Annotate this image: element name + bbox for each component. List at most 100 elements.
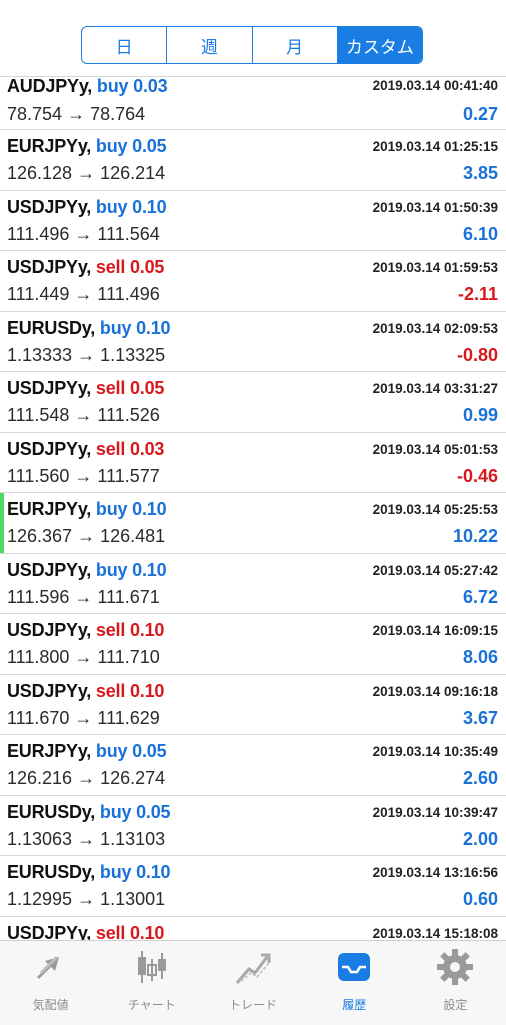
trade-row[interactable]: USDJPYy, buy 0.10 2019.03.14 01:50:39 111.… <box>0 190 506 251</box>
trade-prices: 111.596 → 111.671 <box>7 587 160 608</box>
settings-gear-icon <box>435 947 475 992</box>
tab-label: 設定 <box>443 998 468 1012</box>
open-price: 126.128 <box>7 163 73 183</box>
open-price: 111.670 <box>7 707 70 728</box>
trade-profit: 6.10 <box>462 223 498 244</box>
period-segmented-control: 日週月カスタム <box>81 26 423 64</box>
tab-label: 履歴 <box>342 998 367 1012</box>
tab-candlestick-chart[interactable]: チャート <box>101 941 202 1025</box>
bottom-tab-bar: 気配値 チャート トレード 履歴 設定 <box>0 940 506 1025</box>
trade-volume: 0.10 <box>129 680 165 701</box>
open-price: 111.560 <box>7 465 70 486</box>
history-list[interactable]: AUDJPYy, buy 0.03 2019.03.14 00:41:40 78.7… <box>0 76 506 940</box>
period-tab-0[interactable]: 日 <box>82 27 168 63</box>
close-price: 126.214 <box>100 163 166 183</box>
close-price: 1.13103 <box>100 828 166 849</box>
close-price: 111.710 <box>97 647 160 667</box>
trade-close-time: 2019.03.14 10:35:49 <box>372 744 498 759</box>
trade-title: USDJPYy, buy 0.10 <box>7 559 167 581</box>
trade-row[interactable]: EURUSDy, buy 0.10 2019.03.14 02:09:53 1.13… <box>0 311 506 372</box>
trade-prices: 1.12995 → 1.13001 <box>7 889 165 910</box>
trade-close-time: 2019.03.14 00:41:40 <box>372 78 498 93</box>
trade-symbol: USDJPYy, <box>7 620 92 640</box>
trade-title: EURJPYy, buy 0.10 <box>7 499 167 520</box>
period-tab-3[interactable]: カスタム <box>337 27 422 63</box>
arrow-right-icon: → <box>72 344 101 365</box>
trade-volume: 0.10 <box>136 862 171 882</box>
trade-row[interactable]: EURJPYy, buy 0.05 2019.03.14 10:35:49 126.… <box>0 735 506 796</box>
trade-close-time: 2019.03.14 02:09:53 <box>372 320 498 336</box>
trade-symbol: USDJPYy, <box>7 680 92 701</box>
tab-label: チャート <box>127 998 176 1012</box>
arrow-right-icon: → <box>69 465 98 486</box>
trade-row[interactable]: AUDJPYy, buy 0.03 2019.03.14 00:41:40 78.7… <box>0 76 506 130</box>
period-tab-1[interactable]: 週 <box>167 27 253 63</box>
trade-symbol: EURUSDy, <box>7 862 96 882</box>
trade-row[interactable]: EURJPYy, buy 0.10 2019.03.14 05:25:53 126.… <box>0 493 506 554</box>
trade-symbol: EURUSDy, <box>7 801 96 822</box>
period-tab-2[interactable]: 月 <box>253 27 338 63</box>
trade-row[interactable]: EURUSDy, buy 0.05 2019.03.14 10:39:47 1.13… <box>0 795 506 856</box>
trade-symbol: USDJPYy, <box>7 378 92 398</box>
trade-symbol: EURJPYy, <box>7 741 92 761</box>
open-price: 126.367 <box>7 526 73 546</box>
trade-row[interactable]: USDJPYy, sell 0.10 2019.03.14 16:09:15 111… <box>0 614 506 675</box>
trade-profit: 3.85 <box>462 163 498 183</box>
trade-prices: 111.548 → 111.526 <box>7 405 160 426</box>
trade-row[interactable]: EURUSDy, buy 0.10 2019.03.14 13:16:56 1.12… <box>0 856 506 917</box>
close-price: 126.274 <box>100 768 166 788</box>
trade-row[interactable]: USDJPYy, sell 0.03 2019.03.14 05:01:53 111… <box>0 432 506 493</box>
trade-symbol: EURJPYy, <box>7 499 92 519</box>
trade-side: buy <box>95 196 128 217</box>
trade-close-time: 2019.03.14 15:18:08 <box>372 925 498 941</box>
close-price: 1.13001 <box>100 889 166 909</box>
close-price: 111.526 <box>97 405 160 425</box>
trade-title: USDJPYy, sell 0.10 <box>7 620 164 641</box>
trade-side: buy <box>95 741 128 761</box>
trade-title: EURUSDy, buy 0.10 <box>7 317 171 339</box>
trade-title: EURUSDy, buy 0.10 <box>7 862 171 883</box>
trade-profit: 8.06 <box>462 647 498 667</box>
trade-profit: 10.22 <box>452 526 498 546</box>
open-price: 111.800 <box>7 647 70 667</box>
trade-volume: 0.10 <box>136 317 171 338</box>
top-bar: 日週月カスタム <box>0 0 506 77</box>
tab-settings-gear[interactable]: 設定 <box>405 941 506 1025</box>
trade-profit: 3.67 <box>462 707 498 728</box>
trade-close-time: 2019.03.14 01:59:53 <box>372 260 498 275</box>
close-price: 126.481 <box>100 526 166 546</box>
trade-row[interactable]: USDJPYy, sell 0.05 2019.03.14 03:31:27 111… <box>0 372 506 433</box>
trade-close-time: 2019.03.14 05:25:53 <box>372 502 498 517</box>
trade-symbol: EURUSDy, <box>7 317 96 338</box>
trade-side: buy <box>96 76 129 96</box>
trade-prices: 126.367 → 126.481 <box>7 526 165 547</box>
trade-row[interactable]: EURJPYy, buy 0.05 2019.03.14 01:25:15 126.… <box>0 130 506 191</box>
trade-prices: 126.216 → 126.274 <box>7 768 165 789</box>
trade-volume: 0.03 <box>133 76 168 96</box>
arrow-right-icon: → <box>72 163 101 183</box>
trade-symbol: USDJPYy, <box>7 559 92 580</box>
arrow-right-icon: → <box>69 586 98 607</box>
trade-title: USDJPYy, sell 0.03 <box>7 439 164 460</box>
trade-row[interactable]: USDJPYy, sell 0.05 2019.03.14 01:59:53 111… <box>0 251 506 312</box>
trade-row[interactable]: USDJPYy, sell 0.10 2019.03.14 09:16:18 111… <box>0 674 506 735</box>
open-price: 111.449 <box>7 284 70 304</box>
trade-volume: 0.05 <box>129 257 165 277</box>
trade-row[interactable]: USDJPYy, buy 0.10 2019.03.14 05:27:42 111.… <box>0 553 506 614</box>
trade-side: buy <box>95 559 128 580</box>
trade-close-time: 2019.03.14 10:39:47 <box>372 804 498 820</box>
close-price: 111.671 <box>97 586 160 607</box>
close-price: 111.496 <box>97 284 160 304</box>
tab-quotes-arrows[interactable]: 気配値 <box>0 941 101 1025</box>
tab-trade-trend[interactable]: トレード <box>202 941 303 1025</box>
trade-row[interactable]: USDJPYy, sell 0.10 2019.03.14 15:18:08 <box>0 916 506 941</box>
open-price: 1.13063 <box>7 828 73 849</box>
tab-history-inbox[interactable]: 履歴 <box>304 941 405 1025</box>
trade-symbol: USDJPYy, <box>7 196 92 217</box>
trade-side: sell <box>95 257 126 277</box>
trade-volume: 0.10 <box>129 922 165 941</box>
tab-label: トレード <box>229 998 278 1012</box>
trade-profit: 0.99 <box>462 405 498 425</box>
trade-profit: 0.60 <box>462 889 498 909</box>
trade-title: USDJPYy, sell 0.05 <box>7 257 164 278</box>
